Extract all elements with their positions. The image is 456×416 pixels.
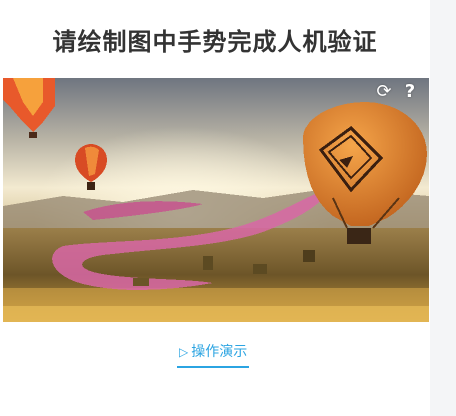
gesture-drawing-canvas[interactable]: [3, 78, 429, 322]
captcha-dialog: 请绘制图中手势完成人机验证 ⟳ ? ▷ 操作演示: [0, 0, 456, 416]
play-triangle-icon: ▷: [179, 345, 189, 359]
refresh-icon[interactable]: ⟳: [374, 82, 394, 102]
captcha-title: 请绘制图中手势完成人机验证: [52, 28, 378, 56]
demo-link-label: 操作演示: [191, 344, 248, 360]
demo-link[interactable]: ▷ 操作演示: [177, 342, 250, 368]
help-icon[interactable]: ?: [400, 82, 420, 102]
page-edge-strip: [430, 0, 456, 416]
